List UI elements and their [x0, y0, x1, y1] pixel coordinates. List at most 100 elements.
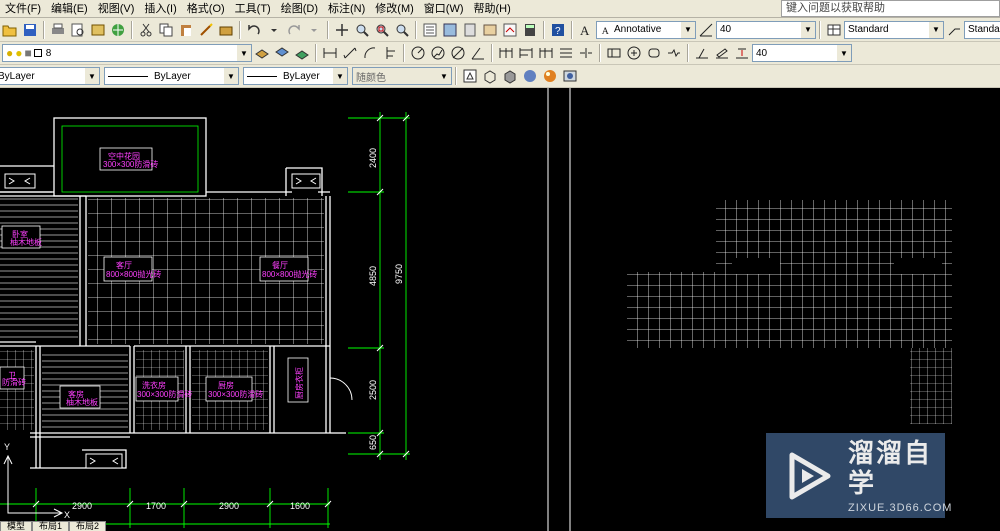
- hide-icon[interactable]: [461, 67, 479, 85]
- room-name: 客厅: [116, 260, 132, 270]
- linetype-select[interactable]: ByLayer ▼: [104, 67, 239, 85]
- design-center-icon[interactable]: [441, 21, 459, 39]
- menu-view[interactable]: 视图(V): [93, 0, 140, 18]
- lineweight-value: ByLayer: [283, 70, 320, 82]
- jogged-linear-icon[interactable]: [665, 44, 683, 62]
- dropdown-arrow-icon[interactable]: [305, 21, 323, 39]
- zoom-previous-icon[interactable]: [393, 21, 411, 39]
- room-spec: 柚木地板: [10, 237, 42, 247]
- zoom-window-icon[interactable]: [373, 21, 391, 39]
- text-style-select[interactable]: A Annotative ▼: [596, 20, 696, 39]
- paste-icon[interactable]: [177, 21, 195, 39]
- layer-manager-icon[interactable]: [293, 44, 311, 62]
- annotation-scale-select[interactable]: 40 ▼: [716, 20, 816, 39]
- dim-break-icon[interactable]: [577, 44, 595, 62]
- menu-modify[interactable]: 修改(M): [370, 0, 419, 18]
- menu-insert[interactable]: 插入(I): [139, 0, 181, 18]
- menu-file[interactable]: 文件(F): [0, 0, 46, 18]
- tab-layout2[interactable]: 布局2: [69, 521, 107, 531]
- ucs-icon: [3, 454, 64, 518]
- table-style-icon[interactable]: [825, 21, 843, 39]
- baseline-dim-icon[interactable]: [517, 44, 535, 62]
- dim-text-edit-icon[interactable]: [713, 44, 731, 62]
- markup-icon[interactable]: [501, 21, 519, 39]
- ordinate-dim-icon[interactable]: [381, 44, 399, 62]
- continue-dim-icon[interactable]: [537, 44, 555, 62]
- tab-layout1[interactable]: 布局1: [32, 521, 70, 531]
- aligned-dim-icon[interactable]: [341, 44, 359, 62]
- cut-icon[interactable]: [137, 21, 155, 39]
- table-style-select[interactable]: Standard ▼: [844, 20, 944, 39]
- render-icon[interactable]: [541, 67, 559, 85]
- vertical-dimension-texts: 2400 4850 2500 650 9750: [368, 148, 404, 450]
- dim-style-icon[interactable]: [697, 21, 715, 39]
- plotstyle-select[interactable]: 随颜色 ▼: [352, 67, 452, 85]
- help-search-input[interactable]: 键入问题以获取帮助: [781, 0, 1000, 17]
- open-folder-icon[interactable]: [1, 21, 19, 39]
- tab-model[interactable]: 模型: [0, 521, 33, 531]
- properties-icon[interactable]: [421, 21, 439, 39]
- sheet-set-icon[interactable]: [481, 21, 499, 39]
- help-icon[interactable]: ?: [549, 21, 567, 39]
- menu-tools[interactable]: 工具(T): [230, 0, 276, 18]
- room-spec: 柚木地板: [66, 397, 98, 407]
- layer-states-icon[interactable]: [273, 44, 291, 62]
- angular-dim-icon[interactable]: [469, 44, 487, 62]
- dim-style-select[interactable]: 40 ▼: [752, 44, 852, 62]
- menu-help[interactable]: 帮助(H): [469, 0, 516, 18]
- block-editor-icon[interactable]: [217, 21, 235, 39]
- menu-edit[interactable]: 编辑(E): [46, 0, 93, 18]
- redo-icon[interactable]: [285, 21, 303, 39]
- multileader-style-select[interactable]: Standard: [964, 20, 1000, 39]
- toolbar-separator: [131, 20, 133, 39]
- plot-preview-icon[interactable]: [69, 21, 87, 39]
- menu-draw[interactable]: 绘图(D): [276, 0, 323, 18]
- dim-text: 2500: [368, 380, 378, 400]
- dim-update-icon[interactable]: [733, 44, 751, 62]
- dropdown-arrow-icon[interactable]: [265, 21, 283, 39]
- materials-icon[interactable]: [561, 67, 579, 85]
- lineweight-select[interactable]: ByLayer ▼: [243, 67, 348, 85]
- multileader-style-icon[interactable]: [945, 21, 963, 39]
- copy-icon[interactable]: [157, 21, 175, 39]
- diameter-dim-icon[interactable]: [449, 44, 467, 62]
- center-mark-icon[interactable]: [625, 44, 643, 62]
- dim-edit-icon[interactable]: [693, 44, 711, 62]
- toolbar-separator: [491, 44, 493, 62]
- layer-select[interactable]: ● ● ■ 8 ▼: [2, 44, 252, 62]
- save-icon[interactable]: [21, 21, 39, 39]
- undo-icon[interactable]: [245, 21, 263, 39]
- annotation-scale-value: 40: [720, 24, 732, 35]
- radius-dim-icon[interactable]: [409, 44, 427, 62]
- linear-dim-icon[interactable]: [321, 44, 339, 62]
- arc-length-icon[interactable]: [361, 44, 379, 62]
- annotative-icon: A: [601, 24, 613, 36]
- watermark-title: 溜溜自学: [848, 437, 933, 498]
- inspect-icon[interactable]: [645, 44, 663, 62]
- pan-icon[interactable]: [333, 21, 351, 39]
- zoom-realtime-icon[interactable]: [353, 21, 371, 39]
- chevron-down-icon: ▼: [333, 68, 347, 84]
- calculator-icon[interactable]: [521, 21, 539, 39]
- match-properties-icon[interactable]: [197, 21, 215, 39]
- wireframe-icon[interactable]: [481, 67, 499, 85]
- dim-space-icon[interactable]: [557, 44, 575, 62]
- globe-icon[interactable]: [109, 21, 127, 39]
- tolerance-icon[interactable]: [605, 44, 623, 62]
- menu-window[interactable]: 窗口(W): [419, 0, 469, 18]
- conceptual-icon[interactable]: [501, 67, 519, 85]
- jogged-dim-icon[interactable]: [429, 44, 447, 62]
- quick-dim-icon[interactable]: [497, 44, 515, 62]
- color-select[interactable]: ByLayer ▼: [0, 67, 100, 85]
- print-icon[interactable]: [49, 21, 67, 39]
- table-style-value: Standard: [848, 24, 889, 35]
- chevron-down-icon: ▼: [801, 21, 815, 38]
- shaded-icon[interactable]: [521, 67, 539, 85]
- dimension-ticks: [376, 114, 410, 458]
- menu-dimension[interactable]: 标注(N): [323, 0, 370, 18]
- layer-previous-icon[interactable]: [253, 44, 271, 62]
- publish-icon[interactable]: [89, 21, 107, 39]
- menu-format[interactable]: 格式(O): [182, 0, 230, 18]
- tool-palettes-icon[interactable]: [461, 21, 479, 39]
- text-style-icon[interactable]: A: [577, 21, 595, 39]
